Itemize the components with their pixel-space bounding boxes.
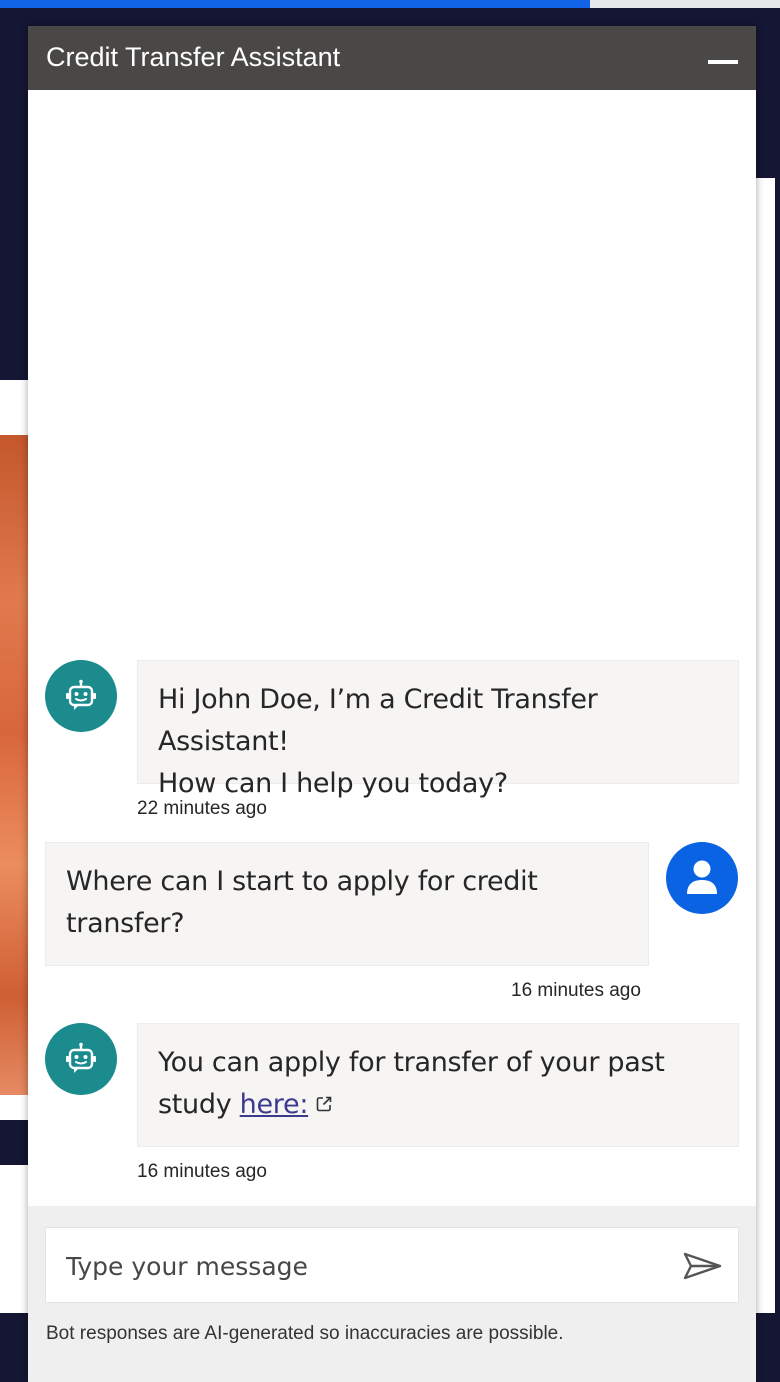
background-right-edge <box>775 178 780 1313</box>
background-top-right <box>590 0 780 8</box>
message-composer <box>45 1227 739 1304</box>
ai-disclaimer: Bot responses are AI-generated so inaccu… <box>46 1323 564 1344</box>
chat-title: Credit Transfer Assistant <box>46 42 341 72</box>
send-button[interactable] <box>680 1248 724 1284</box>
message-timestamp: 16 minutes ago <box>511 980 641 1001</box>
chat-header: Credit Transfer Assistant <box>28 26 756 90</box>
external-link-icon[interactable] <box>314 1085 334 1127</box>
background-strip-lower <box>0 1095 28 1120</box>
message-text: Where can I start to apply for credit <box>66 866 538 897</box>
chat-widget: Credit Transfer Assistant Hi John Doe, I… <box>28 26 756 1382</box>
bot-avatar <box>45 660 117 732</box>
send-icon <box>683 1252 722 1280</box>
background-footer-left <box>0 1313 28 1382</box>
transfer-link[interactable]: here: <box>240 1089 309 1120</box>
bot-icon <box>66 679 96 710</box>
background-strip <box>0 380 28 435</box>
message-list[interactable]: Hi John Doe, I’m a Credit Transfer Assis… <box>28 90 756 1206</box>
user-avatar <box>666 842 738 914</box>
bot-message-bubble: Hi John Doe, I’m a Credit Transfer Assis… <box>137 660 739 799</box>
user-message-bubble: Where can I start to apply for credit tr… <box>45 842 649 966</box>
background-image <box>0 435 28 1095</box>
message-text: Hi John Doe, I’m a Credit Transfer Assis… <box>158 684 598 757</box>
bot-message-bubble: You can apply for transfer of your past … <box>137 1023 739 1147</box>
background-top-accent <box>0 0 590 8</box>
message-text: transfer? <box>66 908 185 939</box>
message-timestamp: 22 minutes ago <box>137 798 267 819</box>
minimize-button[interactable] <box>692 26 756 90</box>
bot-avatar <box>45 1023 117 1095</box>
message-text: You can apply for transfer of your past <box>158 1047 665 1078</box>
composer-area: Bot responses are AI-generated so inaccu… <box>28 1206 756 1382</box>
minimize-icon <box>708 60 738 64</box>
message-input[interactable] <box>64 1228 668 1304</box>
bot-icon <box>66 1042 96 1073</box>
background-footer-fragment <box>0 1120 28 1165</box>
message-timestamp: 16 minutes ago <box>137 1161 267 1182</box>
message-text: study <box>158 1089 240 1120</box>
message-text-line: study here: <box>158 1084 718 1127</box>
person-icon <box>687 860 717 894</box>
